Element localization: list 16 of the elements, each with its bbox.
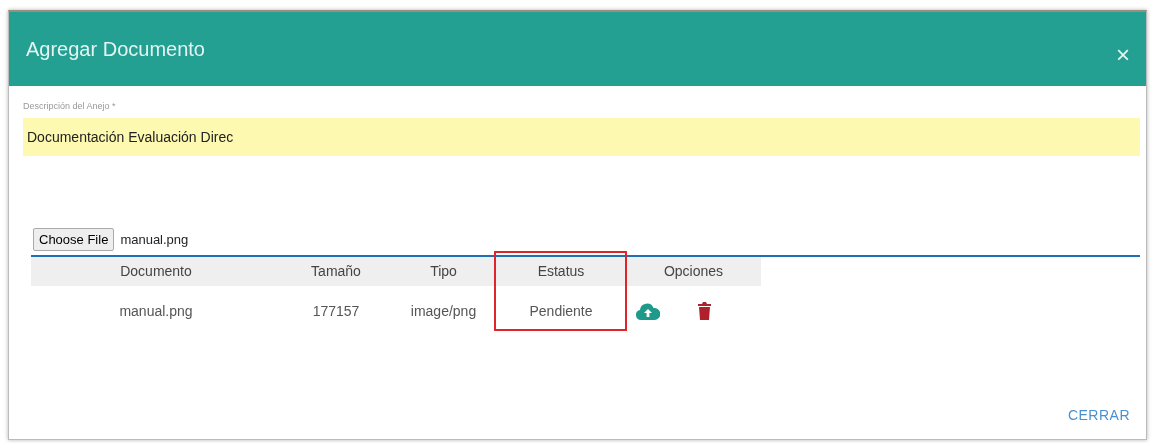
column-header: Tipo	[429, 262, 458, 281]
description-field[interactable]: Documentación Evaluación Direc	[23, 117, 1140, 156]
column-header: Opciones	[662, 262, 725, 281]
column-header: Tamaño	[310, 262, 362, 281]
column-header: Documento	[119, 262, 193, 281]
column-header: Estatus	[536, 262, 586, 281]
choose-file-button[interactable]: Choose File	[33, 227, 115, 251]
modal-title: Agregar Documento	[26, 37, 205, 62]
trash-icon[interactable]	[698, 302, 711, 320]
file-name: manual.png	[120, 230, 189, 249]
table-cell-text: manual.png	[118, 301, 194, 321]
upload-icon[interactable]	[636, 302, 660, 320]
field-label: Descripción del Anejo *	[23, 100, 117, 113]
table-cell-text: 177157	[311, 301, 361, 321]
table-cell-text: Pendiente	[528, 301, 594, 321]
table-cell-text: image/png	[409, 301, 478, 321]
